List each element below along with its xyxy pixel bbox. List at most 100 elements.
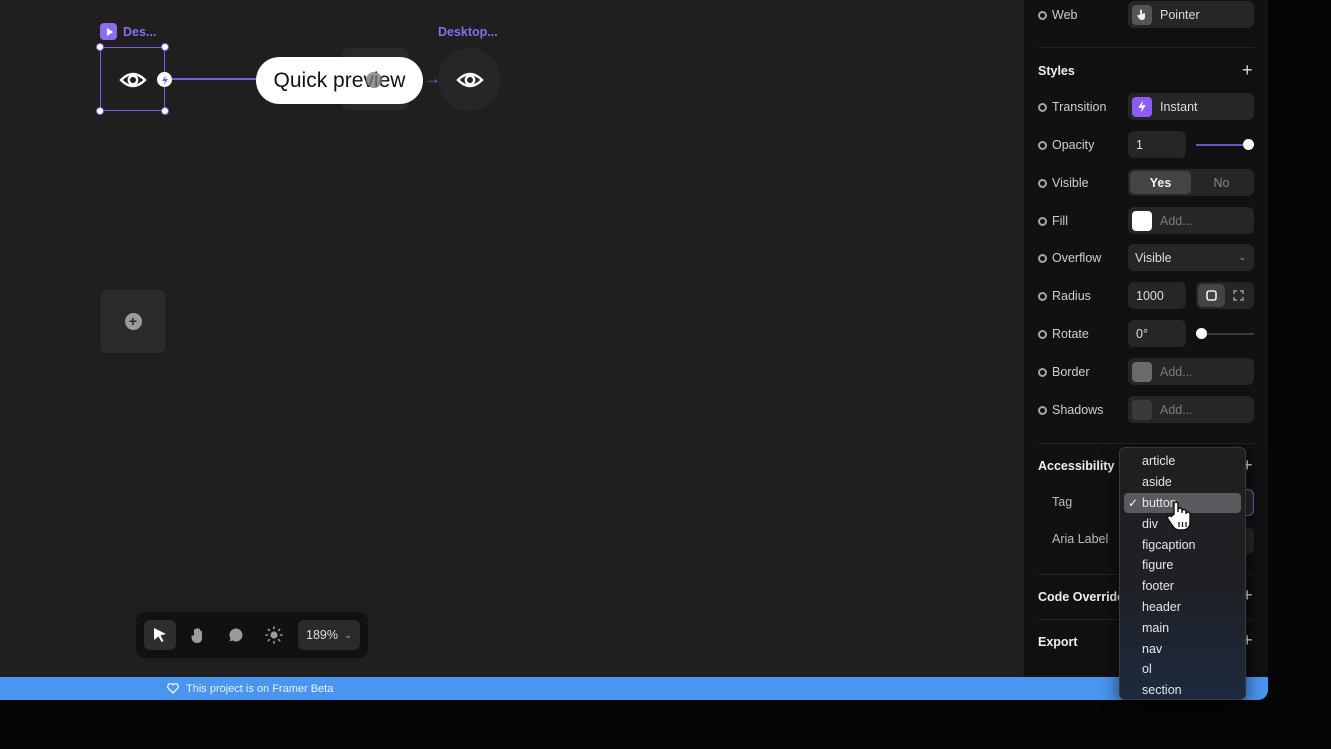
opacity-slider[interactable] xyxy=(1196,139,1254,150)
visible-no-option[interactable]: No xyxy=(1191,171,1252,194)
tag-option-aside[interactable]: aside xyxy=(1124,472,1241,493)
play-icon xyxy=(100,23,117,40)
shadows-field[interactable]: Add... xyxy=(1128,396,1254,423)
cursor-select[interactable]: Pointer xyxy=(1128,1,1254,28)
eye-icon xyxy=(118,67,148,93)
rotate-slider-knob[interactable] xyxy=(1196,328,1207,339)
tag-option-label: ol xyxy=(1142,662,1152,677)
resize-handle-top-right[interactable] xyxy=(161,43,169,51)
cursor-value: Pointer xyxy=(1160,7,1200,22)
tag-option-label: div xyxy=(1142,516,1158,531)
canvas[interactable]: Des... Desktop... Quick preview → + 189%… xyxy=(0,0,1023,677)
radius-uniform-button[interactable] xyxy=(1198,284,1225,307)
tag-option-section[interactable]: section xyxy=(1124,680,1241,701)
target-frame-label[interactable]: Desktop... xyxy=(438,25,498,39)
visible-label: Visible xyxy=(1038,176,1128,190)
rotate-slider[interactable] xyxy=(1196,328,1254,339)
chevron-down-icon: ⌄ xyxy=(344,629,352,640)
canvas-cursor-indicator xyxy=(366,72,382,88)
add-frame-button[interactable]: + xyxy=(101,290,165,353)
zoom-level-select[interactable]: 189% ⌄ xyxy=(298,620,360,650)
transition-label: Transition xyxy=(1038,100,1128,114)
border-field[interactable]: Add... xyxy=(1128,358,1254,385)
fill-field[interactable]: Add... xyxy=(1128,207,1254,234)
comment-tool-button[interactable] xyxy=(220,620,252,650)
toggle-circle-icon xyxy=(1038,216,1047,226)
radius-individual-button[interactable] xyxy=(1225,284,1252,307)
styles-section-title: Styles xyxy=(1038,64,1075,78)
tag-option-label: footer xyxy=(1142,579,1174,594)
theme-toggle-button[interactable] xyxy=(258,620,290,650)
cursor-label: Web xyxy=(1038,8,1128,22)
framer-app-window: Des... Desktop... Quick preview → + 189%… xyxy=(0,0,1268,700)
rotate-input[interactable]: 0° xyxy=(1128,320,1186,347)
hand-tool-button[interactable] xyxy=(182,620,214,650)
chevron-down-icon: ⌄ xyxy=(1238,252,1246,262)
zoom-level-value: 189% xyxy=(306,628,338,642)
interaction-node[interactable] xyxy=(157,72,172,87)
radius-input[interactable]: 1000 xyxy=(1128,282,1186,309)
hand-icon xyxy=(191,627,202,643)
source-frame-label[interactable]: Des... xyxy=(100,23,156,40)
sun-icon xyxy=(265,626,283,644)
divider xyxy=(1038,443,1254,444)
beta-banner: This project is on Framer Beta xyxy=(0,677,1268,700)
border-placeholder: Add... xyxy=(1160,364,1193,379)
export-section-title: Export xyxy=(1038,635,1078,649)
plus-circle-icon: + xyxy=(124,313,142,330)
rotate-label: Rotate xyxy=(1038,327,1128,341)
tag-label: Tag xyxy=(1052,495,1073,509)
heart-icon xyxy=(167,683,179,694)
shadows-label: Shadows xyxy=(1038,403,1128,417)
fill-color-swatch[interactable] xyxy=(1132,210,1152,231)
tag-option-label: nav xyxy=(1142,641,1163,656)
toggle-circle-icon xyxy=(1038,140,1047,150)
resize-handle-bottom-left[interactable] xyxy=(96,107,104,115)
tag-option-nav[interactable]: nav xyxy=(1124,638,1241,659)
resize-handle-bottom-right[interactable] xyxy=(161,107,169,115)
overflow-select[interactable]: Visible ⌄ xyxy=(1128,244,1254,271)
pointer-arrow-icon xyxy=(154,628,166,642)
overflow-label: Overflow xyxy=(1038,251,1128,265)
overflow-value: Visible xyxy=(1135,250,1172,265)
toggle-circle-icon xyxy=(1038,253,1047,263)
toggle-circle-icon xyxy=(1038,102,1047,112)
toggle-circle-icon xyxy=(1038,178,1047,188)
opacity-label: Opacity xyxy=(1038,138,1128,152)
tag-option-article[interactable]: article xyxy=(1124,451,1241,472)
border-color-swatch[interactable] xyxy=(1132,361,1152,382)
tag-option-main[interactable]: main xyxy=(1124,617,1241,638)
tag-option-ol[interactable]: ol xyxy=(1124,659,1241,680)
shadow-color-swatch[interactable] xyxy=(1132,399,1152,420)
visible-toggle: Yes No xyxy=(1128,169,1254,196)
pointer-hand-icon xyxy=(1132,4,1152,25)
visible-yes-option[interactable]: Yes xyxy=(1130,171,1191,194)
opacity-input[interactable]: 1 xyxy=(1128,131,1186,158)
accessibility-section-title: Accessibility xyxy=(1038,459,1115,473)
select-tool-button[interactable] xyxy=(144,620,176,650)
tag-option-footer[interactable]: footer xyxy=(1124,576,1241,597)
tag-option-label: section xyxy=(1142,683,1182,698)
tag-option-figcaption[interactable]: figcaption xyxy=(1124,534,1241,555)
comment-bubble-icon xyxy=(229,628,243,642)
toggle-circle-icon xyxy=(1038,329,1047,339)
target-frame[interactable] xyxy=(438,48,501,111)
fill-placeholder: Add... xyxy=(1160,213,1193,228)
toggle-circle-icon xyxy=(1038,367,1047,377)
fill-label: Fill xyxy=(1038,214,1128,228)
transition-select[interactable]: Instant xyxy=(1128,93,1254,120)
eye-icon xyxy=(455,72,484,87)
quick-preview-button[interactable]: Quick preview xyxy=(256,57,423,104)
tag-option-header[interactable]: header xyxy=(1124,597,1241,618)
beta-banner-text: This project is on Framer Beta xyxy=(186,682,334,695)
shadows-placeholder: Add... xyxy=(1160,402,1193,417)
resize-handle-top-left[interactable] xyxy=(96,43,104,51)
opacity-slider-knob[interactable] xyxy=(1243,139,1254,150)
transition-value: Instant xyxy=(1160,99,1198,114)
tag-option-figure[interactable]: figure xyxy=(1124,555,1241,576)
hand-pointer-cursor-icon xyxy=(1166,501,1191,531)
add-style-button[interactable]: + xyxy=(1242,60,1253,81)
bolt-icon xyxy=(161,74,168,85)
divider xyxy=(1038,47,1254,48)
radius-mode-toggle xyxy=(1196,282,1254,309)
